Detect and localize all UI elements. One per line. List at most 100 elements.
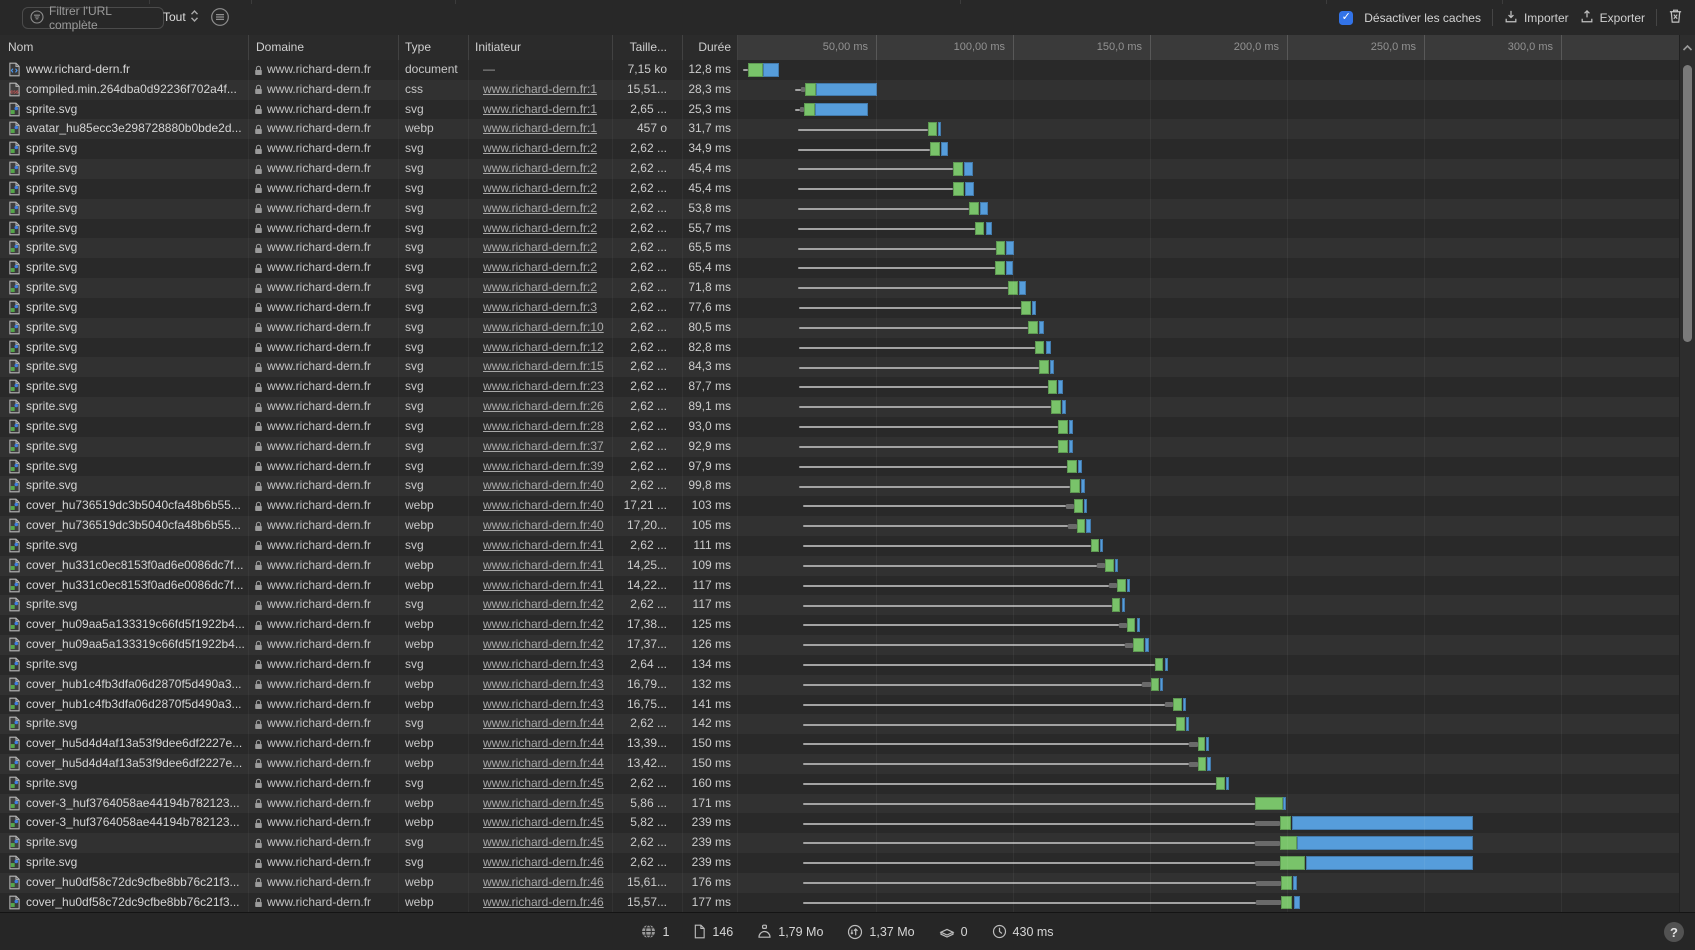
- table-row[interactable]: cover-3_huf3764058ae44194b782123...www.r…: [0, 794, 1695, 814]
- table-row[interactable]: sprite.svgwww.richard-dern.frsvgwww.rich…: [0, 457, 1695, 477]
- initiator-link[interactable]: www.richard-dern.fr:40: [483, 498, 604, 512]
- initiator-link[interactable]: www.richard-dern.fr:45: [483, 815, 604, 829]
- waterfall-cell[interactable]: [737, 675, 1680, 695]
- table-row[interactable]: sprite.svgwww.richard-dern.frsvgwww.rich…: [0, 318, 1695, 338]
- waterfall-cell[interactable]: [737, 655, 1680, 675]
- initiator-link[interactable]: www.richard-dern.fr:10: [483, 320, 604, 334]
- waterfall-cell[interactable]: [737, 278, 1680, 298]
- waterfall-cell[interactable]: [737, 595, 1680, 615]
- column-header-taille[interactable]: Taille...: [600, 35, 667, 60]
- initiator-link[interactable]: www.richard-dern.fr:2: [483, 260, 597, 274]
- table-row[interactable]: sprite.svgwww.richard-dern.frsvgwww.rich…: [0, 377, 1695, 397]
- initiator-link[interactable]: www.richard-dern.fr:2: [483, 201, 597, 215]
- waterfall-cell[interactable]: [737, 496, 1680, 516]
- table-row[interactable]: sprite.svgwww.richard-dern.frsvgwww.rich…: [0, 397, 1695, 417]
- column-resize-handle[interactable]: [682, 35, 683, 60]
- export-button[interactable]: Exporter: [1580, 9, 1645, 27]
- table-row[interactable]: www.richard-dern.frwww.richard-dern.frdo…: [0, 60, 1695, 80]
- table-row[interactable]: sprite.svgwww.richard-dern.frsvgwww.rich…: [0, 774, 1695, 794]
- waterfall-cell[interactable]: [737, 754, 1680, 774]
- waterfall-cell[interactable]: [737, 357, 1680, 377]
- initiator-link[interactable]: www.richard-dern.fr:44: [483, 716, 604, 730]
- initiator-link[interactable]: www.richard-dern.fr:2: [483, 221, 597, 235]
- filter-options-icon[interactable]: [210, 7, 230, 30]
- url-filter-input[interactable]: Filtrer l'URL complète: [22, 7, 164, 29]
- waterfall-cell[interactable]: [737, 714, 1680, 734]
- table-row[interactable]: sprite.svgwww.richard-dern.frsvgwww.rich…: [0, 714, 1695, 734]
- waterfall-cell[interactable]: [737, 258, 1680, 278]
- initiator-link[interactable]: www.richard-dern.fr:26: [483, 399, 604, 413]
- waterfall-cell[interactable]: [737, 695, 1680, 715]
- initiator-link[interactable]: www.richard-dern.fr:2: [483, 161, 597, 175]
- table-row[interactable]: sprite.svgwww.richard-dern.frsvgwww.rich…: [0, 219, 1695, 239]
- initiator-link[interactable]: www.richard-dern.fr:1: [483, 82, 597, 96]
- table-row[interactable]: sprite.svgwww.richard-dern.frsvgwww.rich…: [0, 338, 1695, 358]
- column-header-initiateur[interactable]: Initiateur: [475, 35, 521, 60]
- waterfall-cell[interactable]: [737, 219, 1680, 239]
- column-resize-handle[interactable]: [248, 35, 249, 60]
- help-button[interactable]: ?: [1664, 922, 1684, 942]
- table-row[interactable]: cover_hu0df58c72dc9cfbe8bb76c21f3...www.…: [0, 893, 1695, 913]
- table-row[interactable]: sprite.svgwww.richard-dern.frsvgwww.rich…: [0, 199, 1695, 219]
- table-row[interactable]: cover_hu736519dc3b5040cfa48b6b55...www.r…: [0, 496, 1695, 516]
- table-row[interactable]: sprite.svgwww.richard-dern.frsvgwww.rich…: [0, 595, 1695, 615]
- waterfall-cell[interactable]: [737, 635, 1680, 655]
- column-header-type[interactable]: Type: [405, 35, 431, 60]
- waterfall-cell[interactable]: [737, 377, 1680, 397]
- initiator-link[interactable]: www.richard-dern.fr:43: [483, 677, 604, 691]
- initiator-link[interactable]: www.richard-dern.fr:46: [483, 855, 604, 869]
- initiator-link[interactable]: www.richard-dern.fr:41: [483, 578, 604, 592]
- waterfall-cell[interactable]: [737, 476, 1680, 496]
- initiator-link[interactable]: www.richard-dern.fr:12: [483, 340, 604, 354]
- waterfall-cell[interactable]: [737, 536, 1680, 556]
- waterfall-cell[interactable]: [737, 80, 1680, 100]
- initiator-link[interactable]: www.richard-dern.fr:45: [483, 776, 604, 790]
- waterfall-cell[interactable]: [737, 813, 1680, 833]
- table-row[interactable]: cover_hu331c0ec8153f0ad6e0086dc7f...www.…: [0, 556, 1695, 576]
- initiator-link[interactable]: www.richard-dern.fr:44: [483, 756, 604, 770]
- table-row[interactable]: cover_hub1c4fb3dfa06d2870f5d490a3...www.…: [0, 695, 1695, 715]
- table-row[interactable]: cover_hu0df58c72dc9cfbe8bb76c21f3...www.…: [0, 873, 1695, 893]
- table-row[interactable]: avatar_hu85ecc3e298728880b0bde2d...www.r…: [0, 119, 1695, 139]
- initiator-link[interactable]: www.richard-dern.fr:37: [483, 439, 604, 453]
- clear-network-items-trash-icon[interactable]: [1668, 8, 1683, 27]
- initiator-link[interactable]: www.richard-dern.fr:45: [483, 796, 604, 810]
- initiator-link[interactable]: www.richard-dern.fr:2: [483, 240, 597, 254]
- table-row[interactable]: sprite.svgwww.richard-dern.frsvgwww.rich…: [0, 298, 1695, 318]
- table-row[interactable]: sprite.svgwww.richard-dern.frsvgwww.rich…: [0, 437, 1695, 457]
- waterfall-cell[interactable]: [737, 437, 1680, 457]
- table-row[interactable]: sprite.svgwww.richard-dern.frsvgwww.rich…: [0, 100, 1695, 120]
- initiator-link[interactable]: www.richard-dern.fr:42: [483, 617, 604, 631]
- table-row[interactable]: sprite.svgwww.richard-dern.frsvgwww.rich…: [0, 476, 1695, 496]
- waterfall-cell[interactable]: [737, 833, 1680, 853]
- waterfall-cell[interactable]: [737, 397, 1680, 417]
- initiator-link[interactable]: www.richard-dern.fr:42: [483, 597, 604, 611]
- table-row[interactable]: sprite.svgwww.richard-dern.frsvgwww.rich…: [0, 357, 1695, 377]
- waterfall-cell[interactable]: [737, 238, 1680, 258]
- initiator-link[interactable]: www.richard-dern.fr:46: [483, 875, 604, 889]
- waterfall-cell[interactable]: [737, 457, 1680, 477]
- waterfall-cell[interactable]: [737, 734, 1680, 754]
- initiator-link[interactable]: www.richard-dern.fr:23: [483, 379, 604, 393]
- waterfall-cell[interactable]: [737, 298, 1680, 318]
- waterfall-cell[interactable]: [737, 873, 1680, 893]
- table-row[interactable]: sprite.svgwww.richard-dern.frsvgwww.rich…: [0, 159, 1695, 179]
- table-row[interactable]: sprite.svgwww.richard-dern.frsvgwww.rich…: [0, 238, 1695, 258]
- waterfall-cell[interactable]: [737, 576, 1680, 596]
- waterfall-cell[interactable]: [737, 159, 1680, 179]
- initiator-link[interactable]: www.richard-dern.fr:45: [483, 835, 604, 849]
- waterfall-cell[interactable]: [737, 417, 1680, 437]
- waterfall-cell[interactable]: [737, 60, 1680, 80]
- vertical-scrollbar[interactable]: [1679, 35, 1695, 913]
- initiator-link[interactable]: www.richard-dern.fr:40: [483, 518, 604, 532]
- table-row[interactable]: sprite.svgwww.richard-dern.frsvgwww.rich…: [0, 258, 1695, 278]
- waterfall-cell[interactable]: [737, 853, 1680, 873]
- table-row[interactable]: sprite.svgwww.richard-dern.frsvgwww.rich…: [0, 417, 1695, 437]
- waterfall-cell[interactable]: [737, 893, 1680, 913]
- scrollbar-thumb[interactable]: [1683, 65, 1692, 342]
- initiator-link[interactable]: www.richard-dern.fr:2: [483, 181, 597, 195]
- waterfall-cell[interactable]: [737, 199, 1680, 219]
- waterfall-cell[interactable]: [737, 615, 1680, 635]
- column-header-nom[interactable]: Nom: [8, 35, 33, 60]
- initiator-link[interactable]: www.richard-dern.fr:3: [483, 300, 597, 314]
